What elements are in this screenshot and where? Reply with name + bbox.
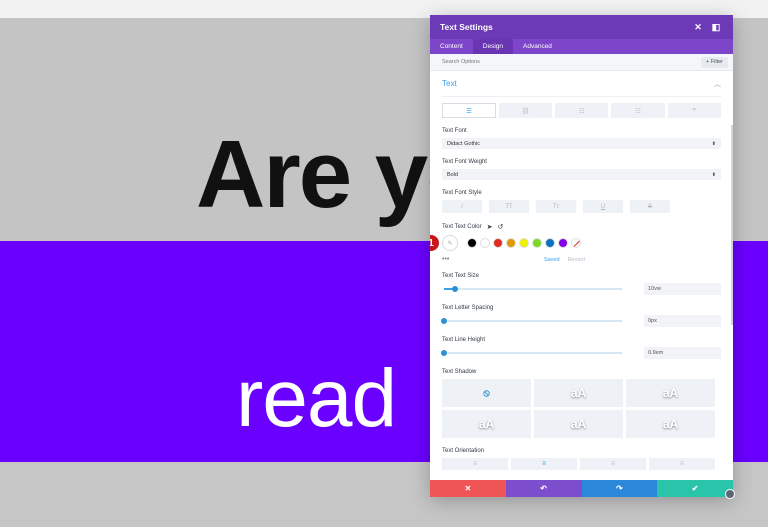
list-icon[interactable]: ☷: [555, 103, 609, 118]
align-center-icon[interactable]: ≡: [511, 458, 577, 470]
recent-colors-tab[interactable]: Recent: [568, 257, 585, 263]
slider-handle[interactable]: [441, 318, 447, 324]
capitalize-button[interactable]: Tт: [536, 200, 576, 213]
swatch-red[interactable]: [493, 238, 503, 248]
link-icon[interactable]: ⛓: [498, 103, 553, 118]
swatch-purple[interactable]: [558, 238, 568, 248]
sidebar-toggle-icon[interactable]: ◧: [709, 20, 723, 34]
size-slider[interactable]: [444, 286, 622, 292]
search-row: + Filter: [430, 54, 733, 71]
modal-tabs: Content Design Advanced: [430, 39, 733, 54]
shadow-preset-1[interactable]: aA: [534, 379, 623, 407]
save-button[interactable]: ✔: [657, 480, 733, 497]
font-select[interactable]: Didact Gothic ⬍: [442, 138, 721, 149]
swatch-yellow[interactable]: [519, 238, 529, 248]
color-label: Text Text Color: [442, 224, 482, 230]
strikethrough-button[interactable]: S: [630, 200, 670, 213]
close-icon: ✕: [464, 484, 472, 493]
align-right-icon[interactable]: ≡: [580, 458, 646, 470]
orientation-row: ≡ ≡ ≡ ≡: [442, 458, 721, 470]
slider-handle[interactable]: [451, 286, 458, 292]
scrollbar[interactable]: [731, 125, 733, 325]
lineheight-label: Text Line Height: [442, 337, 486, 343]
chevron-up-icon: ︿: [714, 80, 721, 88]
lineheight-slider[interactable]: [441, 350, 622, 356]
undo-icon: ↶: [540, 484, 547, 493]
weight-label: Text Font Weight: [442, 159, 487, 165]
discard-button[interactable]: ✕: [430, 480, 506, 497]
close-icon[interactable]: ✕: [691, 20, 705, 34]
color-palette-footer: ••• Saved Recent: [442, 256, 721, 263]
spacing-slider[interactable]: [441, 318, 622, 324]
tab-advanced[interactable]: Advanced: [513, 39, 562, 54]
modal-footer: ✕ ↶ ↷ ✔: [430, 480, 733, 497]
weight-select[interactable]: Bold ⬍: [442, 169, 721, 180]
ordered-list-icon[interactable]: ☷: [611, 103, 665, 118]
underline-button[interactable]: U: [583, 200, 623, 213]
redo-button[interactable]: ↷: [581, 480, 658, 497]
size-label: Text Text Size: [442, 273, 479, 279]
swatch-orange[interactable]: [506, 238, 516, 248]
select-arrows-icon: ⬍: [711, 171, 716, 178]
tab-content[interactable]: Content: [430, 39, 473, 54]
spacing-slider-row: 0px: [441, 315, 721, 327]
saved-colors-tab[interactable]: Saved: [544, 257, 560, 263]
step-badge: 1: [430, 234, 440, 252]
shadow-preset-2[interactable]: aA: [626, 379, 715, 407]
text-settings-modal: Text Settings ✕ ◧ Content Design Advance…: [430, 15, 733, 497]
text-section-header[interactable]: Text ︿: [442, 71, 721, 97]
size-value-input[interactable]: 10vw: [644, 283, 721, 295]
section-title: Text: [442, 79, 457, 88]
align-justify-icon[interactable]: ≡: [649, 458, 715, 470]
spacing-label: Text Letter Spacing: [442, 305, 494, 311]
resize-handle[interactable]: [725, 489, 735, 499]
orientation-label: Text Orientation: [442, 448, 485, 454]
swatch-blue[interactable]: [545, 238, 555, 248]
slider-handle[interactable]: [441, 350, 447, 356]
shadow-preset-5[interactable]: aA: [626, 410, 715, 438]
text-alignment-row: ☰ ⛓ ☷ ☷ ❞: [442, 103, 722, 118]
uppercase-button[interactable]: TT: [489, 200, 529, 213]
text-shadow-grid: ⦸ aA aA aA aA aA: [442, 379, 721, 438]
swatch-white[interactable]: [480, 238, 490, 248]
swatch-clear[interactable]: [571, 238, 581, 248]
quote-icon[interactable]: ❞: [667, 103, 722, 118]
weight-value: Bold: [447, 171, 459, 178]
reset-icon[interactable]: ↺: [497, 223, 503, 231]
hero-subline: read: [236, 353, 397, 444]
select-arrows-icon: ⬍: [711, 140, 716, 147]
shadow-label: Text Shadow: [442, 369, 477, 375]
undo-button[interactable]: ↶: [505, 480, 582, 497]
align-left-icon[interactable]: ☰: [442, 103, 496, 118]
filter-button[interactable]: + Filter: [701, 56, 728, 68]
lineheight-slider-row: 0.9em: [441, 347, 721, 359]
no-shadow-icon[interactable]: ⦸: [442, 379, 531, 407]
eyedropper-icon[interactable]: ✎: [442, 235, 458, 251]
italic-button[interactable]: I: [442, 200, 482, 213]
search-input[interactable]: [442, 59, 702, 65]
more-colors-icon[interactable]: •••: [442, 256, 544, 263]
modal-title: Text Settings: [440, 22, 493, 32]
shadow-preset-4[interactable]: aA: [534, 410, 623, 438]
modal-header: Text Settings ✕ ◧: [430, 15, 733, 39]
cursor-icon: ➤: [486, 224, 493, 231]
swatch-green[interactable]: [532, 238, 542, 248]
tab-design[interactable]: Design: [472, 39, 514, 54]
align-left-icon[interactable]: ≡: [442, 458, 508, 470]
swatch-black[interactable]: [467, 238, 477, 248]
check-icon: ✔: [691, 484, 699, 493]
spacing-value-input[interactable]: 0px: [644, 315, 721, 327]
shadow-preset-3[interactable]: aA: [442, 410, 531, 438]
color-swatch-row: 1 ✎: [430, 234, 721, 252]
color-label-row: Text Text Color ➤ ↺: [442, 223, 721, 231]
lineheight-value-input[interactable]: 0.9em: [644, 347, 721, 359]
font-label: Text Font: [442, 128, 467, 134]
size-slider-row: 10vw: [442, 283, 721, 295]
font-style-row: I TT Tт U S: [442, 200, 721, 213]
style-label: Text Font Style: [442, 190, 482, 196]
font-value: Didact Gothic: [447, 140, 481, 147]
redo-icon: ↷: [616, 484, 623, 493]
modal-body: Text ︿ ☰ ⛓ ☷ ☷ ❞ Text Font Didact Gothic…: [430, 71, 733, 470]
